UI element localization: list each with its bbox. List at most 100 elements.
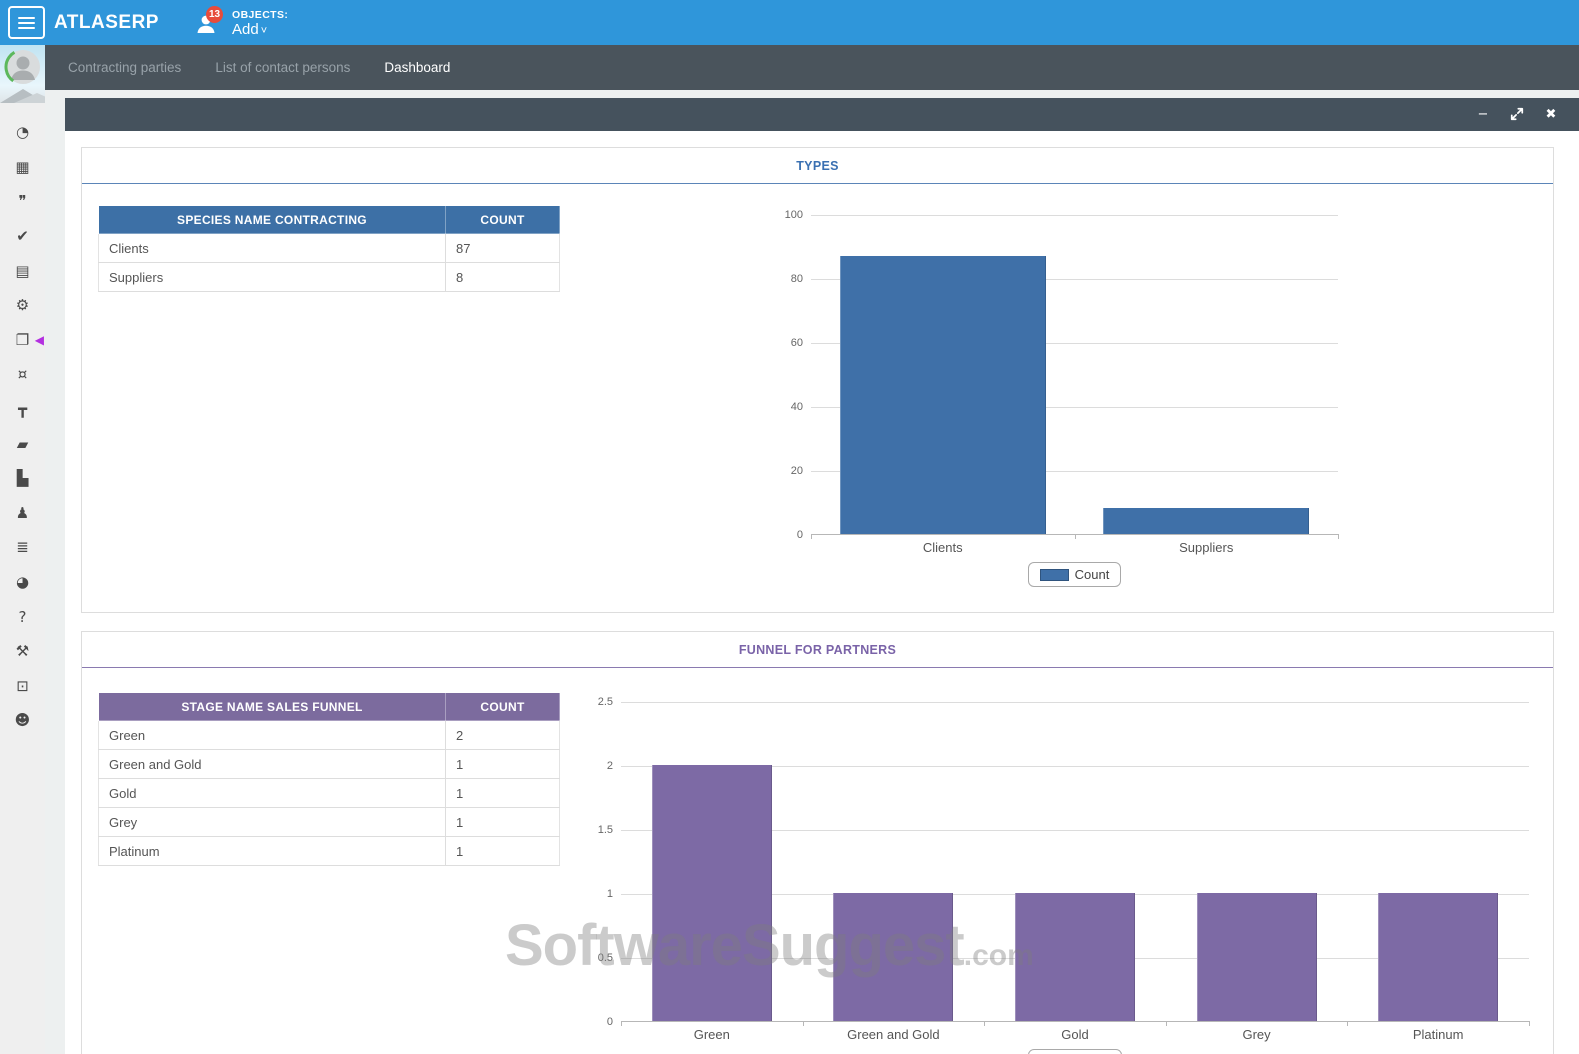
legend-swatch (1040, 569, 1069, 581)
funnel-table-header-name: STAGE NAME SALES FUNNEL (99, 693, 446, 721)
table-row: Clients87 (99, 234, 560, 263)
tasks-icon: ✔ (16, 227, 29, 245)
sidebar: ◔ ▦ ❞ ✔ ▤ ⚙ ❐◀ ¤ ┳ ▰ ▙ ♟ ≣ ◕? ⚒ ⊡ ☻ (0, 45, 45, 1054)
y-tick-label: 1.5 (577, 824, 613, 836)
sidebar-item-desktop[interactable]: ⊡ (0, 669, 45, 704)
calendar-icon: ▦ (15, 158, 29, 176)
sidebar-item-pie-chart[interactable]: ◕ (0, 565, 45, 600)
funnel-table: STAGE NAME SALES FUNNEL COUNT Green2Gree… (98, 692, 560, 866)
bar-green-and-gold[interactable] (833, 893, 953, 1021)
y-tick-label: 60 (766, 337, 803, 349)
sidebar-item-contracts[interactable]: ❐◀ (0, 323, 45, 358)
comments-icon: ❞ (18, 192, 26, 210)
sidebar-item-settings[interactable]: ⚙ (0, 288, 45, 323)
sidebar-item-list[interactable]: ▤ (0, 253, 45, 288)
widget-minimize-button[interactable]: − (1475, 107, 1491, 123)
sidebar-item-help[interactable]: ? (0, 599, 45, 634)
y-tick-label: 0.5 (577, 952, 613, 964)
user-icon: ☻ (15, 711, 31, 729)
table-row: Platinum1 (99, 837, 560, 866)
sidebar-item-database[interactable]: ≣ (0, 530, 45, 565)
pie-chart-icon: ◕ (16, 573, 29, 591)
chart-legend[interactable]: Count (1028, 1049, 1122, 1054)
types-section: TYPES SPECIES NAME CONTRACTING COUNT Cli… (81, 147, 1554, 613)
x-category-label: Gold (984, 1027, 1166, 1042)
widget-header: − ✖ (65, 98, 1579, 131)
expand-diagonal-icon (1510, 107, 1524, 121)
users-icon: ♟ (16, 504, 29, 522)
y-tick-label: 0 (766, 529, 803, 541)
desktop-icon: ⊡ (16, 677, 29, 695)
sidebar-item-chart[interactable]: ▙ (0, 461, 45, 496)
table-row: Gold1 (99, 779, 560, 808)
axis-tick (811, 534, 812, 539)
sidebar-item-tasks[interactable]: ✔ (0, 219, 45, 254)
bar-green[interactable] (652, 765, 772, 1021)
database-icon: ≣ (16, 538, 29, 556)
hamburger-menu-button[interactable] (8, 6, 45, 39)
chart-legend[interactable]: Count (1028, 562, 1122, 587)
tab-dashboard[interactable]: Dashboard (372, 45, 462, 90)
axis-tick (984, 1021, 985, 1026)
funnel-bar-chart: 00.511.522.5GreenGreen and GoldGoldGreyP… (577, 702, 1529, 1054)
x-category-label: Suppliers (1075, 540, 1339, 555)
y-tick-label: 40 (766, 401, 803, 413)
table-row: Grey1 (99, 808, 560, 837)
y-tick-label: 2.5 (577, 696, 613, 708)
bar-gold[interactable] (1015, 893, 1135, 1021)
funnel-table-header-count: COUNT (446, 693, 560, 721)
x-category-label: Green (621, 1027, 803, 1042)
types-table: SPECIES NAME CONTRACTING COUNT Clients87… (98, 205, 560, 292)
dashboard-icon: ◔ (16, 123, 29, 141)
module-tabs-nav: Contracting partiesList of contact perso… (0, 45, 1579, 90)
user-avatar[interactable] (0, 45, 45, 103)
funnel-section-title: FUNNEL FOR PARTNERS (82, 632, 1553, 668)
y-tick-label: 2 (577, 760, 613, 772)
y-tick-label: 100 (766, 209, 803, 221)
sidebar-item-folder[interactable]: ▰ (0, 426, 45, 461)
hamburger-icon (18, 17, 35, 19)
bar-grey[interactable] (1197, 893, 1317, 1021)
money-icon: ¤ (18, 365, 28, 383)
chart-icon: ▙ (17, 469, 29, 487)
y-tick-label: 80 (766, 273, 803, 285)
axis-tick (1338, 534, 1339, 539)
bar-platinum[interactable] (1378, 893, 1498, 1021)
notification-badge: 13 (206, 6, 223, 23)
axis-tick (1529, 1021, 1530, 1026)
chevron-down-icon: ˅ (261, 25, 267, 37)
sidebar-item-tools[interactable]: ⚒ (0, 634, 45, 669)
widget-expand-button[interactable] (1509, 107, 1525, 123)
tab-list-of-contact-persons[interactable]: List of contact persons (203, 45, 362, 90)
contracts-icon: ❐ (16, 331, 29, 349)
bar-clients[interactable] (840, 256, 1046, 534)
tab-contracting-parties[interactable]: Contracting parties (56, 45, 193, 90)
sidebar-item-users[interactable]: ♟ (0, 496, 45, 531)
y-tick-label: 1 (577, 888, 613, 900)
types-bar-chart: 020406080100ClientsSuppliersCount (766, 215, 1338, 615)
sidebar-item-dashboard[interactable]: ◔ (0, 115, 45, 150)
notifications-person-icon[interactable]: 13 (194, 12, 220, 38)
settings-icon: ⚙ (16, 296, 29, 314)
types-table-header-count: COUNT (446, 206, 560, 234)
top-bar: ATLASERP 13 OBJECTS: Add˅ ✆ 21:38:52 (0, 0, 1579, 45)
table-row: Suppliers8 (99, 263, 560, 292)
x-category-label: Platinum (1347, 1027, 1529, 1042)
table-row: Green and Gold1 (99, 750, 560, 779)
folder-icon: ▰ (17, 435, 29, 453)
sidebar-item-comments[interactable]: ❞ (0, 184, 45, 219)
app-window: ATLASERP 13 OBJECTS: Add˅ ✆ 21:38:52 (0, 0, 1579, 1054)
axis-tick (621, 1021, 622, 1026)
tools-icon: ⚒ (16, 642, 29, 660)
sidebar-item-money[interactable]: ¤ (0, 357, 45, 392)
funnel-section: FUNNEL FOR PARTNERS STAGE NAME SALES FUN… (81, 631, 1554, 1054)
widget-close-button[interactable]: ✖ (1543, 107, 1559, 123)
sidebar-item-user[interactable]: ☻ (0, 703, 45, 738)
add-dropdown-button[interactable]: Add˅ (232, 21, 267, 38)
sidebar-item-sitemap[interactable]: ┳ (0, 392, 45, 427)
sitemap-icon: ┳ (18, 400, 27, 418)
bar-suppliers[interactable] (1103, 508, 1309, 534)
legend-label: Count (1075, 567, 1110, 582)
sidebar-item-calendar[interactable]: ▦ (0, 150, 45, 185)
x-category-label: Clients (811, 540, 1075, 555)
